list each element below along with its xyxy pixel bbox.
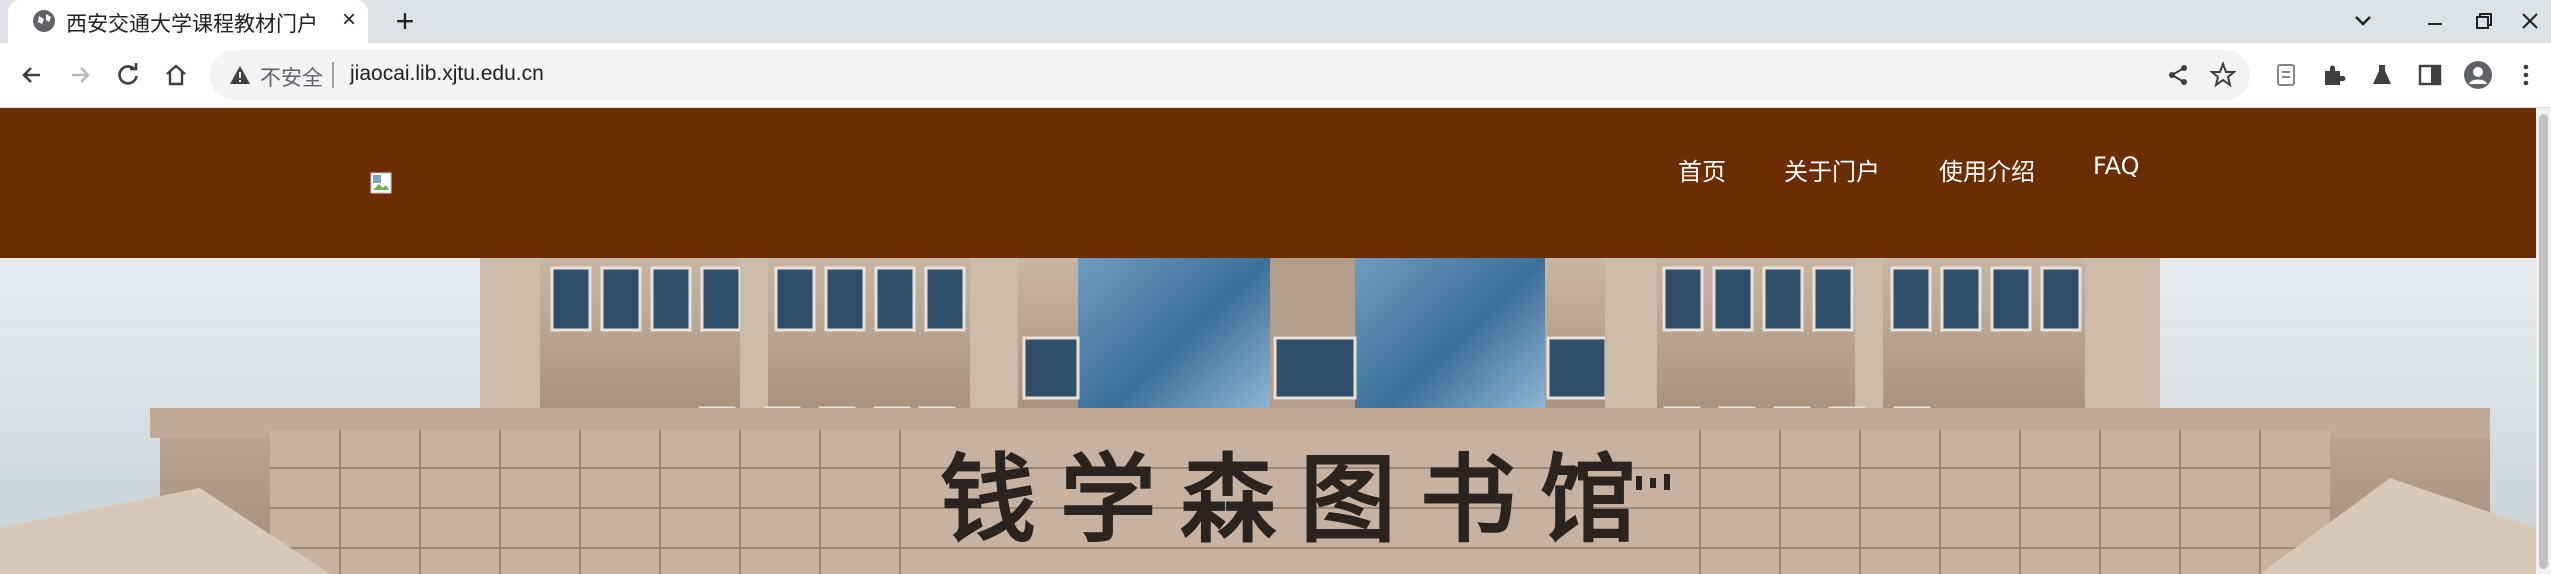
forward-arrow-icon — [72, 67, 90, 83]
library-building-photo: 钱学森图书馆 — [0, 258, 2536, 574]
page-scrollbar[interactable] — [2536, 108, 2551, 574]
flask-icon — [2373, 65, 2391, 84]
nav-home[interactable]: 首页 — [1678, 152, 1726, 187]
close-window-icon[interactable] — [2513, 4, 2547, 38]
back-arrow-icon — [22, 67, 40, 83]
browser-tab-active[interactable]: 西安交通大学课程教材门户 × — [8, 0, 368, 43]
globe-icon — [33, 10, 55, 32]
tab-title: 西安交通大学课程教材门户 — [66, 13, 318, 36]
broken-logo-image-icon[interactable] — [370, 172, 392, 194]
bookmark-star-icon[interactable] — [2209, 61, 2237, 89]
share-icon[interactable] — [2164, 61, 2192, 89]
library-inscription: 钱学森图书馆 — [940, 443, 1660, 556]
reload-button[interactable] — [108, 55, 148, 95]
nav-guide[interactable]: 使用介绍 — [1939, 152, 2035, 187]
reading-mode-button[interactable] — [2266, 55, 2306, 95]
profile-button[interactable] — [2458, 55, 2498, 95]
hero-banner: 钱学森图书馆 — [0, 258, 2536, 574]
tab-strip: 西安交通大学课程教材门户 × + — [0, 0, 2551, 43]
reload-icon — [118, 63, 138, 85]
tab-search-chevron-icon[interactable] — [2346, 4, 2380, 38]
new-tab-button[interactable]: + — [388, 5, 422, 39]
labs-button[interactable] — [2362, 55, 2402, 95]
puzzle-icon — [2325, 65, 2346, 85]
not-secure-label[interactable]: 不安全 — [260, 62, 323, 92]
close-tab-icon[interactable]: × — [335, 6, 363, 34]
nav-about[interactable]: 关于门户 — [1784, 152, 1880, 187]
warning-triangle-icon[interactable] — [228, 63, 252, 87]
extensions-button[interactable] — [2314, 55, 2354, 95]
avatar-icon — [2464, 61, 2492, 89]
side-panel-button[interactable] — [2410, 55, 2450, 95]
back-button[interactable] — [12, 55, 52, 95]
document-icon — [2277, 64, 2295, 86]
kebab-menu-icon — [2523, 64, 2529, 86]
url-divider — [332, 62, 334, 88]
site-header: 首页 关于门户 使用介绍 FAQ — [0, 108, 2536, 258]
restore-icon[interactable] — [2467, 4, 2501, 38]
menu-button[interactable] — [2506, 55, 2546, 95]
forward-button[interactable] — [60, 55, 100, 95]
minimize-icon[interactable] — [2418, 4, 2452, 38]
browser-toolbar: 不安全 jiaocai.lib.xjtu.edu.cn — [0, 43, 2551, 108]
address-bar[interactable]: 不安全 jiaocai.lib.xjtu.edu.cn — [210, 50, 2250, 100]
url-text[interactable]: jiaocai.lib.xjtu.edu.cn — [350, 62, 544, 86]
home-button[interactable] — [156, 55, 196, 95]
home-icon — [166, 64, 186, 86]
scrollbar-thumb[interactable] — [2539, 114, 2548, 569]
side-panel-icon — [2418, 64, 2442, 86]
nav-faq[interactable]: FAQ — [2093, 152, 2140, 180]
